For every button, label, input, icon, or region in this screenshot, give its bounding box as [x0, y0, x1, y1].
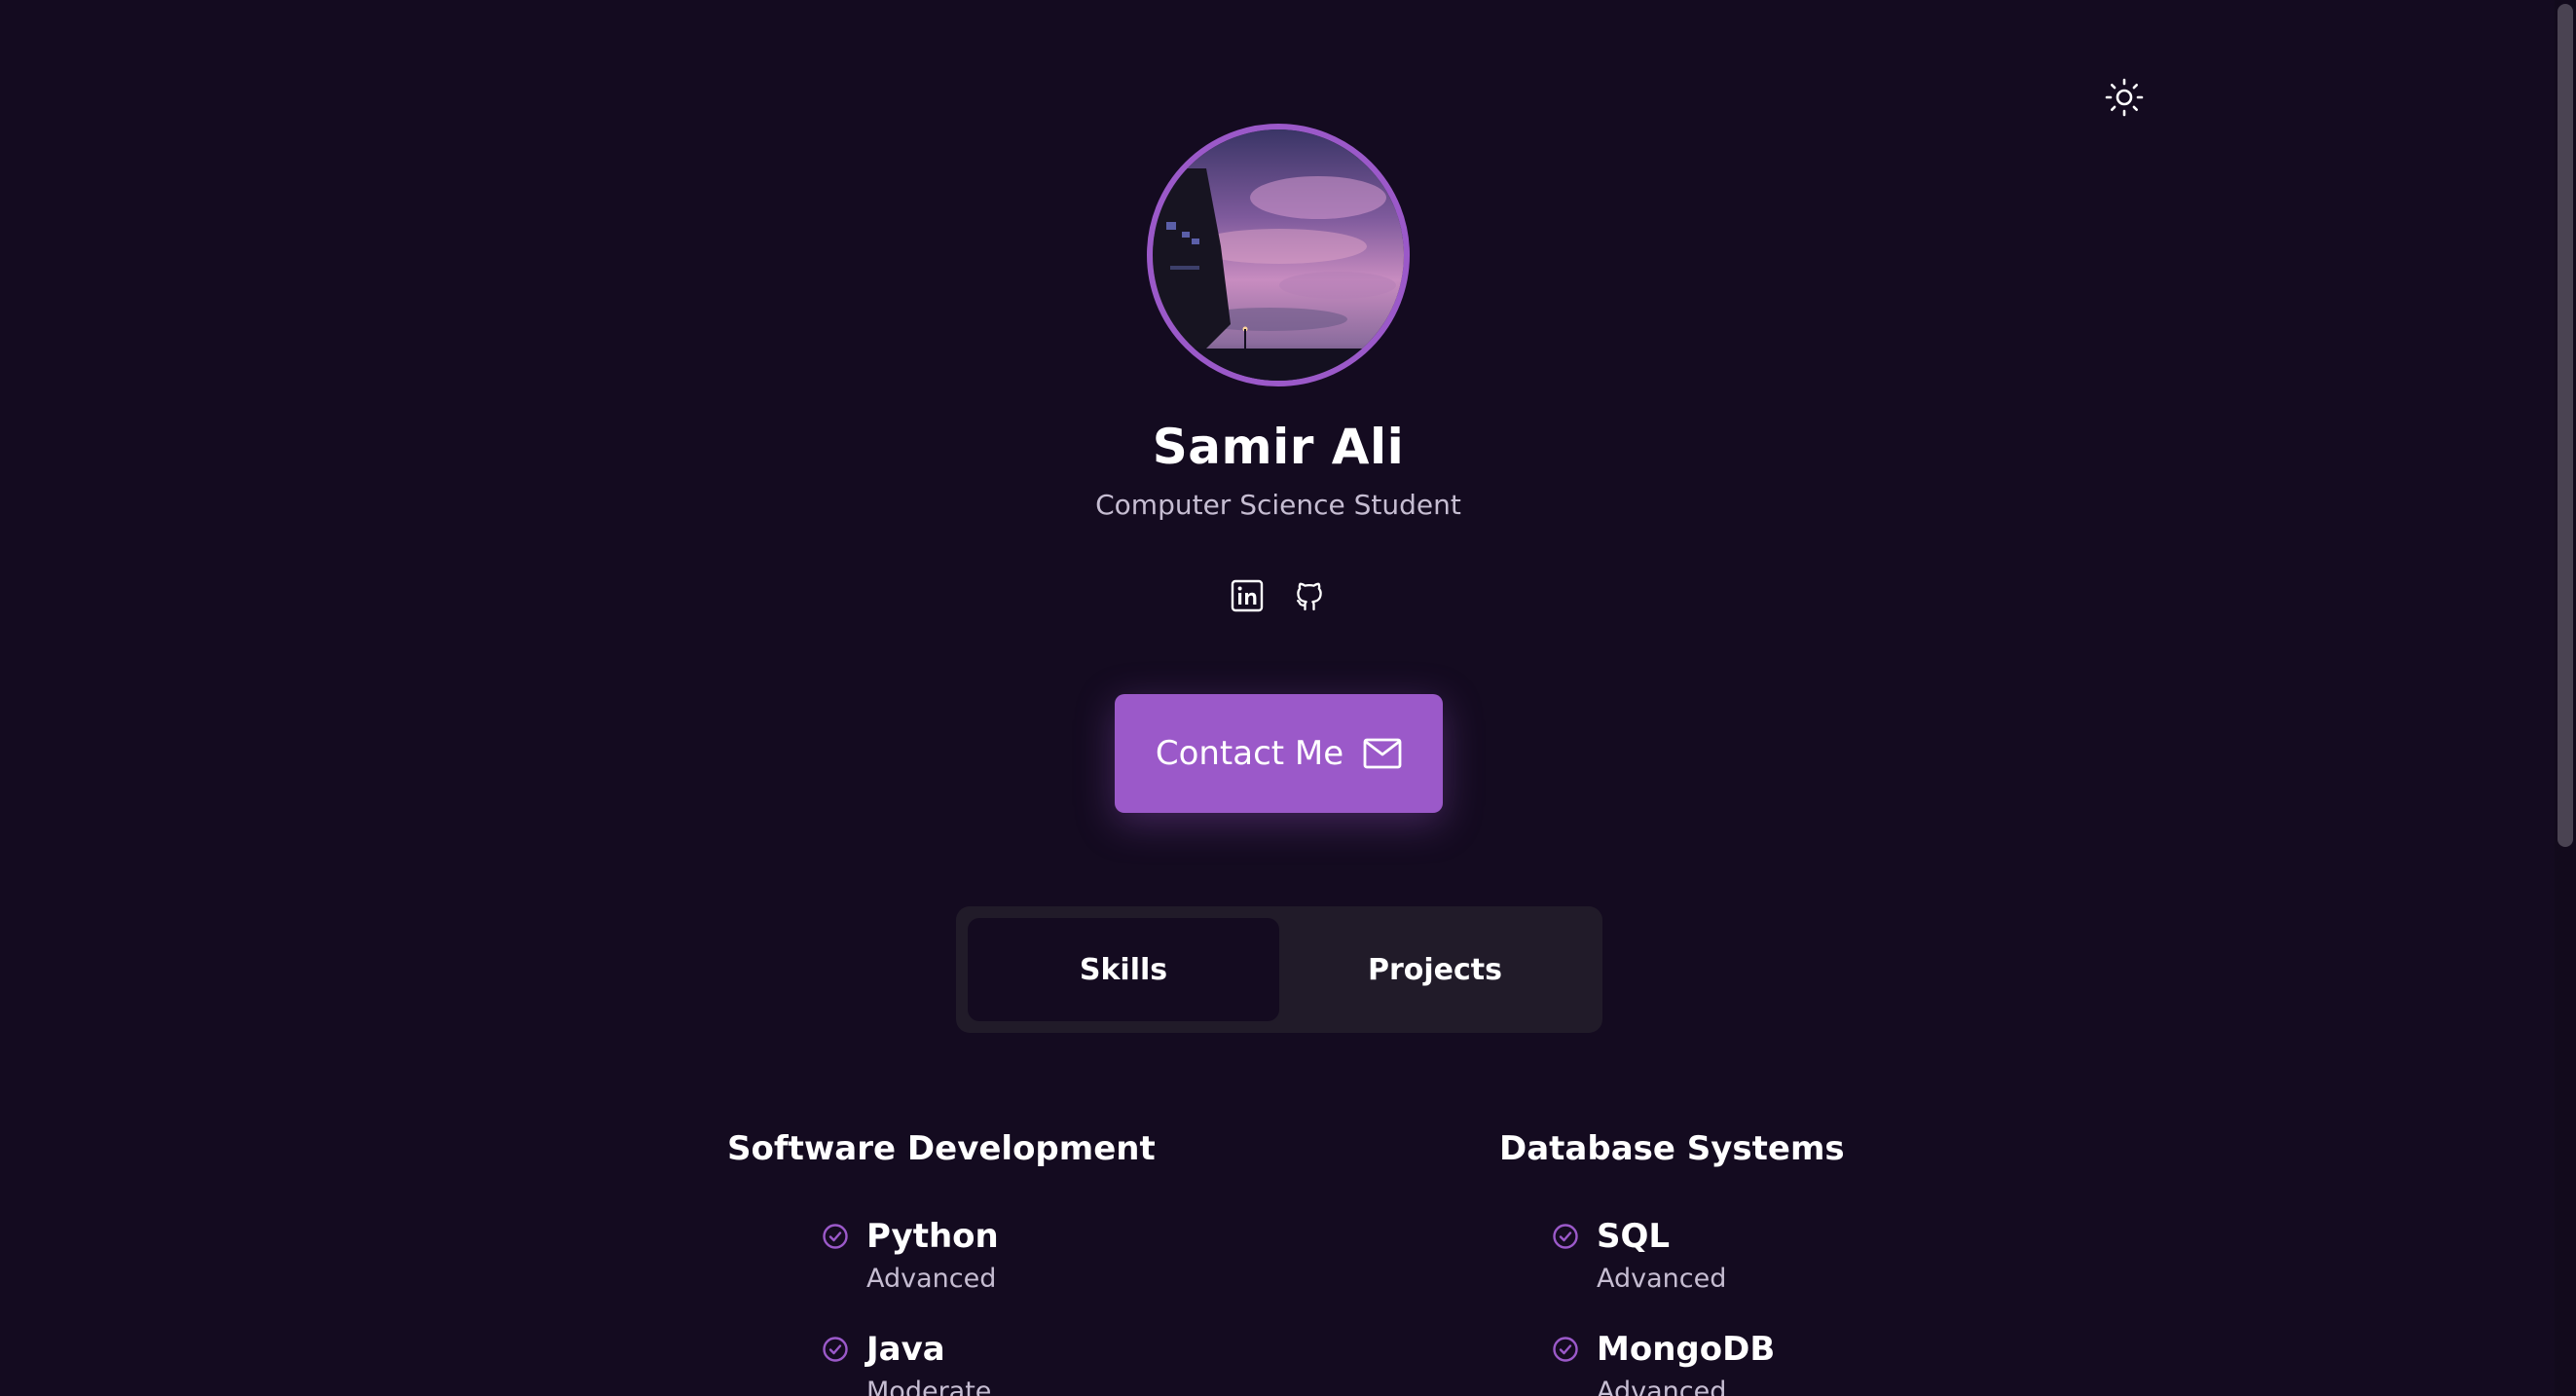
check-circle-icon — [823, 1337, 848, 1362]
theme-toggle-button[interactable] — [2105, 78, 2144, 117]
check-circle-icon — [1553, 1337, 1578, 1362]
skill-level: Advanced — [866, 1264, 997, 1294]
tab-projects[interactable]: Projects — [1279, 918, 1591, 1021]
skill-level: Advanced — [1597, 1264, 1727, 1294]
portfolio-page: Samir Ali Computer Science Student Conta… — [0, 0, 2576, 1396]
skill-name: MongoDB — [1597, 1330, 1776, 1369]
profile-name: Samir Ali — [1152, 419, 1405, 475]
scrollbar-thumb[interactable] — [2558, 4, 2573, 847]
skill-level: Moderate — [866, 1377, 992, 1396]
skill-level: Advanced — [1597, 1377, 1727, 1396]
linkedin-link[interactable] — [1229, 577, 1266, 614]
avatar-photo — [1153, 129, 1404, 381]
skill-name: SQL — [1597, 1217, 1671, 1256]
database-systems-heading: Database Systems — [1499, 1129, 1845, 1168]
tab-skills[interactable]: Skills — [968, 918, 1279, 1021]
contact-me-button[interactable]: Contact Me — [1115, 694, 1443, 813]
skill-name: Java — [866, 1330, 945, 1369]
section-tabs: Skills Projects — [956, 906, 1602, 1033]
mail-icon — [1363, 738, 1402, 769]
linkedin-icon — [1231, 579, 1264, 612]
check-circle-icon — [1553, 1224, 1578, 1249]
contact-me-label: Contact Me — [1155, 734, 1344, 773]
skill-name: Python — [866, 1217, 999, 1256]
profile-title: Computer Science Student — [1095, 489, 1461, 521]
vertical-scrollbar[interactable] — [2555, 0, 2576, 1396]
github-icon — [1297, 582, 1322, 611]
social-links — [1229, 577, 1328, 614]
github-link[interactable] — [1291, 577, 1328, 614]
avatar — [1147, 124, 1410, 386]
software-development-heading: Software Development — [727, 1129, 1156, 1168]
check-circle-icon — [823, 1224, 848, 1249]
sun-icon — [2105, 78, 2144, 117]
